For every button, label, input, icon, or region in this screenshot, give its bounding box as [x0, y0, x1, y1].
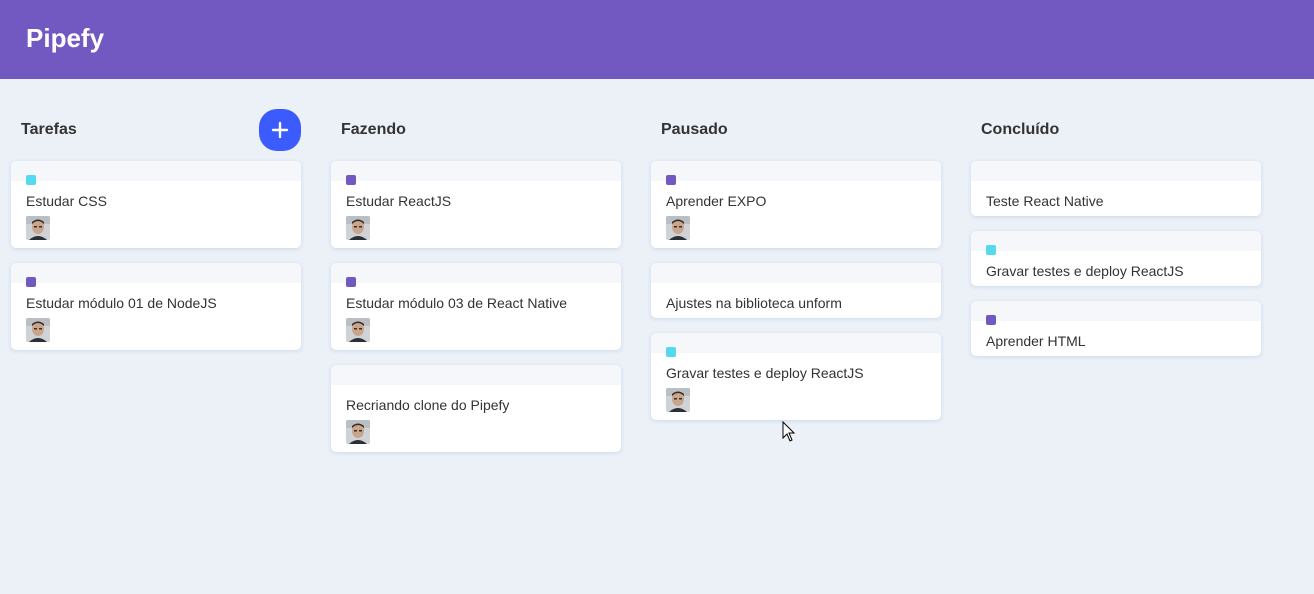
- kanban-board: Tarefas Estudar CSS Estudar módulo 01 de N…: [0, 79, 1314, 594]
- card-list: Teste React Native Gravar testes e deploy…: [971, 161, 1261, 371]
- card-label-tag: [666, 175, 676, 185]
- card-content: Estudar módulo 03 de React Native: [346, 295, 568, 311]
- card[interactable]: Aprender HTML: [971, 301, 1261, 356]
- card-content: Estudar módulo 01 de NodeJS: [26, 295, 217, 311]
- card-label-tag: [26, 277, 36, 287]
- avatar: [666, 216, 690, 240]
- card-label-tag: [986, 245, 996, 255]
- card-content: Gravar testes e deploy ReactJS: [986, 263, 1184, 279]
- mouse-cursor-icon: [782, 421, 796, 442]
- card-list: Estudar CSS Estudar módulo 01 de NodeJS: [11, 161, 301, 365]
- card-label-tag: [666, 347, 676, 357]
- avatar: [26, 318, 50, 342]
- add-card-button[interactable]: [259, 109, 301, 151]
- card-list: Estudar ReactJS Estudar módulo 03 de Reac…: [331, 161, 621, 467]
- card-label-tag: [26, 175, 36, 185]
- card-content: Estudar CSS: [26, 193, 107, 209]
- card-label-tag: [346, 175, 356, 185]
- card[interactable]: Estudar CSS: [11, 161, 301, 248]
- card[interactable]: Estudar módulo 01 de NodeJS: [11, 263, 301, 350]
- app-logo: Pipefy: [26, 23, 105, 53]
- card[interactable]: Estudar módulo 03 de React Native: [331, 263, 621, 350]
- card[interactable]: Estudar ReactJS: [331, 161, 621, 248]
- card[interactable]: Gravar testes e deploy ReactJS: [651, 333, 941, 420]
- card-list: Aprender EXPO Ajustes na biblioteca unfor…: [651, 161, 941, 435]
- avatar: [666, 388, 690, 412]
- list-title: Fazendo: [341, 121, 406, 138]
- list-title: Concluído: [981, 121, 1060, 138]
- list-title: Tarefas: [21, 121, 77, 138]
- list-title: Pausado: [661, 121, 728, 138]
- card-content: Estudar ReactJS: [346, 193, 452, 209]
- avatar: [346, 420, 370, 444]
- avatar: [26, 216, 50, 240]
- card-content: Gravar testes e deploy ReactJS: [666, 365, 864, 381]
- card[interactable]: Recriando clone do Pipefy: [331, 365, 621, 452]
- card-content: Ajustes na biblioteca unform: [666, 295, 842, 311]
- card-label-tag: [346, 277, 356, 287]
- app-header: Pipefy: [0, 0, 1314, 79]
- card-content: Teste React Native: [986, 193, 1104, 209]
- card[interactable]: Gravar testes e deploy ReactJS: [971, 231, 1261, 286]
- card[interactable]: Ajustes na biblioteca unform: [651, 263, 941, 318]
- card[interactable]: Aprender EXPO: [651, 161, 941, 248]
- card-content: Aprender HTML: [986, 333, 1086, 349]
- plus-icon: [271, 121, 289, 139]
- card-label-tag: [986, 315, 996, 325]
- avatar: [346, 318, 370, 342]
- avatar: [346, 216, 370, 240]
- card-content: Aprender EXPO: [666, 193, 767, 209]
- card-content: Recriando clone do Pipefy: [346, 397, 510, 413]
- card[interactable]: Teste React Native: [971, 161, 1261, 216]
